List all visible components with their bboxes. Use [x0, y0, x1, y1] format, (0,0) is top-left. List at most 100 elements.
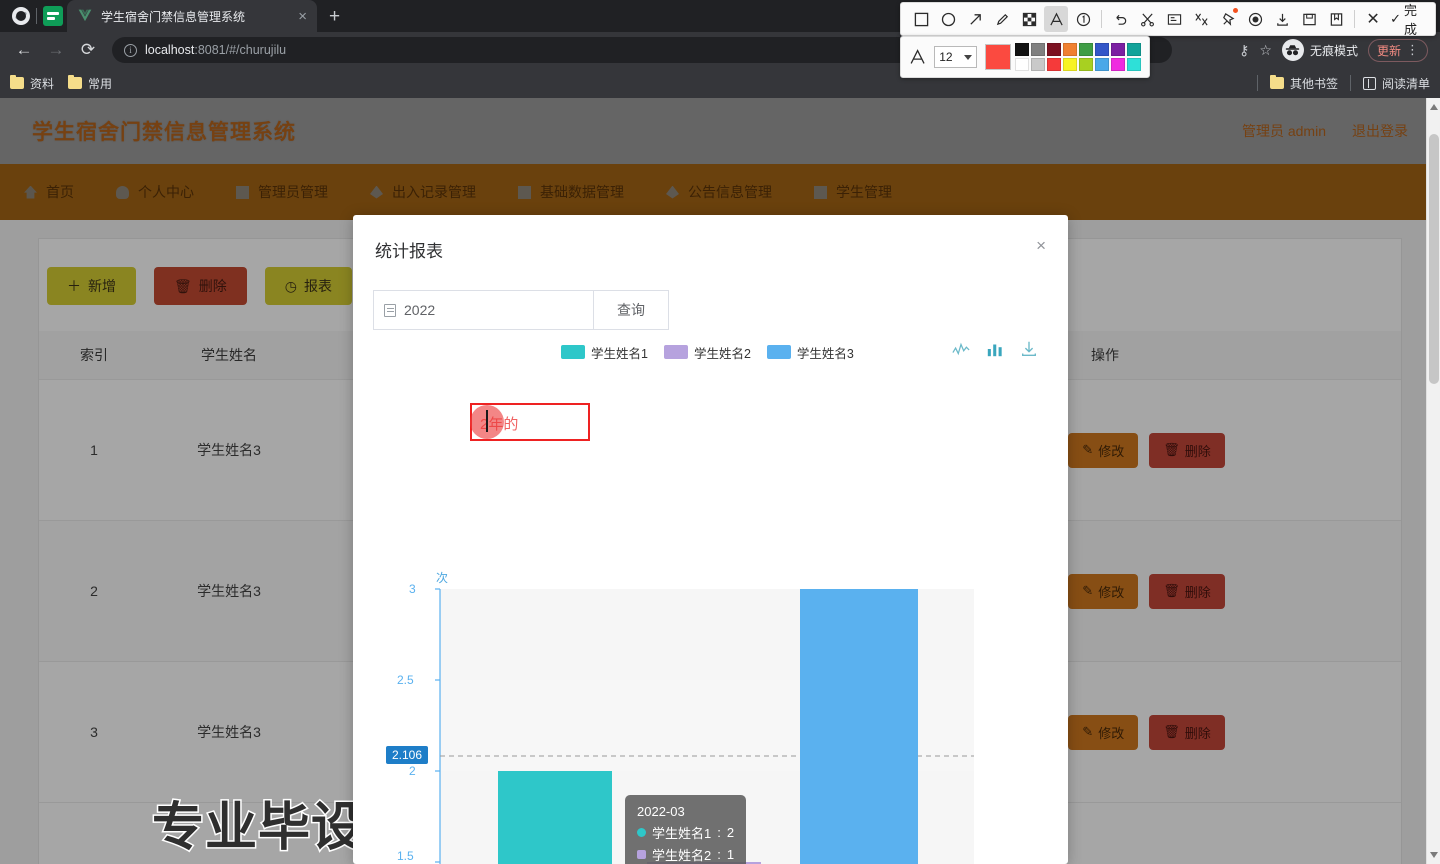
- tabstrip-lead: [0, 0, 67, 32]
- scroll-up-icon[interactable]: [1430, 104, 1438, 110]
- divider: [1349, 75, 1351, 91]
- legend-label: 学生姓名2: [693, 346, 751, 361]
- scroll-down-icon[interactable]: [1430, 852, 1438, 858]
- color-swatch[interactable]: [1015, 43, 1029, 56]
- reading-list-icon: [1362, 76, 1376, 90]
- done-label: 完成: [1404, 3, 1418, 37]
- tab-close-icon[interactable]: ×: [298, 9, 307, 24]
- page-scrollbar[interactable]: [1426, 98, 1440, 864]
- bar-series-3: [800, 589, 918, 864]
- update-label: 更新: [1376, 43, 1401, 58]
- confirm-screenshot-button[interactable]: ✓ 完成: [1388, 0, 1427, 38]
- y-tick-label: 2.5: [397, 673, 414, 687]
- other-bookmarks-button[interactable]: 其他书签: [1269, 75, 1338, 92]
- color-swatch[interactable]: [1063, 58, 1077, 71]
- year-value: 2022: [404, 302, 436, 318]
- y-tick-label: 1.5: [397, 849, 414, 863]
- record-tool-icon[interactable]: [1243, 6, 1267, 32]
- new-tab-button[interactable]: +: [317, 0, 352, 32]
- browser-tab-title: 学生宿舍门禁信息管理系统: [101, 9, 246, 24]
- bar-chart-icon[interactable]: [986, 340, 1004, 358]
- bookmarks-bar-right: 其他书签 阅读清单: [1256, 75, 1430, 92]
- color-swatch[interactable]: [1047, 58, 1061, 71]
- browser-tab[interactable]: 学生宿舍门禁信息管理系统 ×: [67, 0, 317, 32]
- key-icon[interactable]: ⚷: [1239, 42, 1249, 59]
- tooltip-sep: :: [717, 825, 721, 840]
- check-icon: ✓: [1390, 11, 1402, 26]
- color-swatch[interactable]: [1015, 58, 1029, 71]
- line-chart-icon[interactable]: [952, 340, 970, 358]
- color-swatch[interactable]: [1079, 58, 1093, 71]
- legend-label: 学生姓名3: [796, 346, 854, 361]
- current-color-swatch[interactable]: [985, 44, 1011, 70]
- text-tool-icon[interactable]: [1044, 6, 1069, 32]
- extension-icon[interactable]: [43, 6, 63, 26]
- color-swatch[interactable]: [1127, 43, 1141, 56]
- reload-button[interactable]: ⟳: [74, 36, 102, 64]
- color-swatch[interactable]: [1095, 58, 1109, 71]
- year-input[interactable]: 2022: [373, 290, 593, 330]
- legend-item[interactable]: 学生姓名3: [766, 343, 854, 362]
- chevron-down-icon: [964, 54, 972, 60]
- translate-tool-icon[interactable]: [1189, 6, 1213, 32]
- divider: [36, 8, 37, 24]
- color-swatch[interactable]: [1127, 58, 1141, 71]
- pen-tool-icon[interactable]: [990, 6, 1014, 32]
- legend-swatch: [561, 345, 585, 359]
- font-size-select[interactable]: 12: [934, 46, 977, 68]
- color-swatch[interactable]: [1031, 43, 1045, 56]
- back-button[interactable]: ←: [10, 36, 38, 64]
- scrollbar-thumb[interactable]: [1429, 134, 1439, 384]
- bookmarks-bar: 资料 常用 其他书签 阅读清单: [0, 68, 1440, 98]
- reading-list-button[interactable]: 阅读清单: [1362, 75, 1430, 92]
- download-icon[interactable]: [1020, 340, 1038, 358]
- browser-menu-icon[interactable]: ⋮: [1406, 43, 1419, 56]
- arrow-tool-icon[interactable]: [963, 6, 987, 32]
- color-swatch[interactable]: [1095, 43, 1109, 56]
- color-swatch[interactable]: [1079, 43, 1093, 56]
- toolbar-right: ⚷ ☆ 无痕模式 更新 ⋮: [1239, 38, 1430, 62]
- undo-tool-icon[interactable]: [1108, 6, 1132, 32]
- other-bookmarks-label: 其他书签: [1289, 76, 1338, 91]
- pin-tool-icon[interactable]: [1216, 6, 1240, 32]
- rectangle-tool-icon[interactable]: [909, 6, 933, 32]
- cancel-screenshot-icon[interactable]: ✕: [1361, 6, 1385, 32]
- color-swatch[interactable]: [1111, 58, 1125, 71]
- query-button[interactable]: 查询: [593, 290, 669, 330]
- legend-item[interactable]: 学生姓名2: [663, 343, 751, 362]
- tooltip-header: 2022-03: [637, 804, 685, 819]
- reading-list-label: 阅读清单: [1381, 76, 1430, 91]
- bookmark-item[interactable]: 常用: [68, 75, 112, 92]
- url-path: :8081/#/churujilu: [194, 43, 287, 57]
- update-button[interactable]: 更新 ⋮: [1367, 38, 1428, 62]
- close-icon[interactable]: ×: [1036, 237, 1046, 262]
- hat-glasses-icon: [1286, 44, 1300, 55]
- tooltip-dot: [637, 828, 646, 837]
- folder-icon: [1269, 75, 1284, 89]
- cut-tool-icon[interactable]: [1135, 6, 1159, 32]
- ocr-tool-icon[interactable]: [1162, 6, 1186, 32]
- site-info-icon[interactable]: i: [124, 43, 137, 57]
- query-row: 2022 查询: [353, 262, 1068, 330]
- statistics-report-dialog: 统计报表 × 2022 查询 学生姓名1 学生姓名2 学生姓名3 次 2.106…: [353, 215, 1068, 864]
- collect-tool-icon[interactable]: [1324, 6, 1348, 32]
- serial-number-tool-icon[interactable]: [1071, 6, 1095, 32]
- star-icon[interactable]: ☆: [1259, 42, 1272, 59]
- color-swatch[interactable]: [1111, 43, 1125, 56]
- color-swatch-grid: [1015, 43, 1141, 71]
- folder-icon: [68, 75, 83, 89]
- color-swatch[interactable]: [1047, 43, 1061, 56]
- color-swatch[interactable]: [1063, 43, 1077, 56]
- save-tool-icon[interactable]: [1297, 6, 1321, 32]
- color-swatch[interactable]: [1031, 58, 1045, 71]
- y-tick-label: 2: [409, 764, 416, 778]
- download-tool-icon[interactable]: [1270, 6, 1294, 32]
- legend-item[interactable]: 学生姓名1: [561, 343, 648, 362]
- ellipse-tool-icon[interactable]: [936, 6, 960, 32]
- chart-legend: 学生姓名1 学生姓名2 学生姓名3: [353, 340, 1068, 362]
- bookmark-item[interactable]: 资料: [10, 75, 54, 92]
- dialog-header: 统计报表 ×: [353, 215, 1068, 262]
- text-caret: [486, 410, 488, 432]
- mosaic-tool-icon[interactable]: [1017, 6, 1041, 32]
- annotation-style-bar: 12: [900, 36, 1150, 78]
